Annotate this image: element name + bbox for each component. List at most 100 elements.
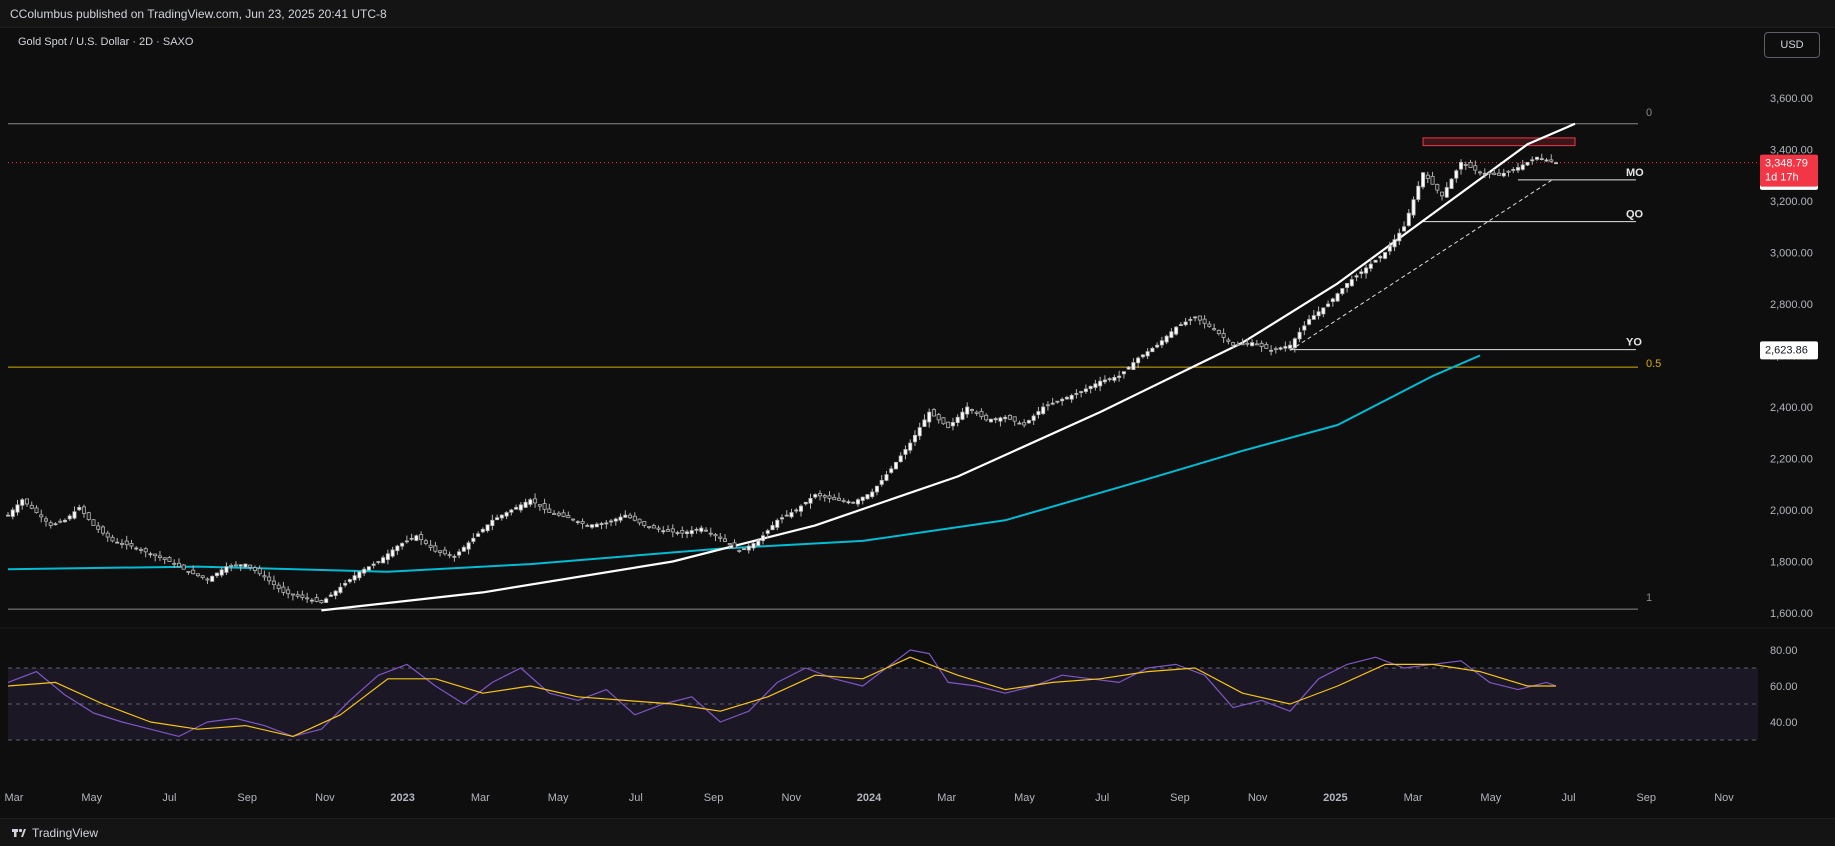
candle-body <box>6 514 11 517</box>
candle-body <box>1402 226 1407 232</box>
candle-body <box>1169 331 1174 338</box>
candle-body <box>1155 344 1160 348</box>
candle-body <box>637 518 642 524</box>
time-axis-label: May <box>1480 792 1501 804</box>
candle-body <box>1497 172 1502 176</box>
candle-body <box>1022 422 1027 426</box>
candle-body <box>898 455 903 463</box>
candle-body <box>143 548 148 553</box>
candle-body <box>271 580 276 586</box>
candle-body <box>580 521 585 524</box>
candle-body <box>974 411 979 414</box>
price-tag: 2,623.86 <box>1760 341 1818 360</box>
candle-body <box>1345 282 1350 288</box>
candle-body <box>452 555 457 558</box>
candle-body <box>1060 398 1065 402</box>
candle-body <box>1525 161 1530 166</box>
candle-body <box>623 514 628 518</box>
candle-body <box>1159 340 1164 346</box>
chart-frame[interactable]: 3,600.00 3,400.00 3,200.00 3,000.00 2,800.00… <box>0 28 1835 818</box>
candle-body <box>889 468 894 473</box>
candle-body <box>1544 159 1549 162</box>
candle-body <box>618 516 623 521</box>
candle-body <box>205 578 210 581</box>
candle-body <box>43 518 48 522</box>
candle-body <box>1373 259 1378 263</box>
candle-body <box>718 536 723 539</box>
candle-body <box>1207 323 1212 327</box>
candle-body <box>1235 343 1240 346</box>
time-axis-label: Mar <box>937 792 956 804</box>
candle-body <box>566 515 571 519</box>
candle-body <box>1045 404 1050 407</box>
candle-body <box>765 530 770 534</box>
fib-level-label: 1 <box>1646 592 1652 604</box>
candle-body <box>1506 170 1511 173</box>
candle-body <box>1349 279 1354 287</box>
candle-body <box>438 550 443 553</box>
candle-body <box>628 514 633 519</box>
candle-body <box>357 571 362 579</box>
price-axis-label: 3,200.00 <box>1770 196 1813 208</box>
candle-body <box>732 542 737 549</box>
candle-body <box>941 417 946 425</box>
candle-body <box>1012 416 1017 422</box>
candle-body <box>1487 172 1492 175</box>
candle-body <box>965 406 970 415</box>
candle-body <box>48 522 53 526</box>
candle-body <box>1535 156 1540 160</box>
candle-body <box>808 498 813 504</box>
candle-body <box>1416 185 1421 200</box>
candle-body <box>832 497 837 501</box>
candle-body <box>10 509 15 517</box>
candle-body <box>742 548 747 551</box>
candle-body <box>257 568 262 575</box>
candle-body <box>319 600 324 604</box>
candle-body <box>836 497 841 501</box>
candle-body <box>590 524 595 528</box>
candle-body <box>846 501 851 504</box>
candle-body <box>1245 342 1250 345</box>
candle-body <box>229 565 234 567</box>
candle-body <box>252 567 257 571</box>
price-chart[interactable]: 3,600.003,400.003,200.003,000.002,800.00… <box>0 28 1835 818</box>
last-price-tag-text: 3,348.79 <box>1765 158 1808 170</box>
time-axis-label: Sep <box>1636 792 1656 804</box>
candle-body <box>1463 164 1468 166</box>
candle-body <box>352 575 357 581</box>
candle-body <box>1064 396 1069 400</box>
time-axis-label: Nov <box>315 792 335 804</box>
candle-body <box>1435 184 1440 191</box>
candle-body <box>523 501 528 508</box>
candle-body <box>1288 344 1293 349</box>
candle-body <box>100 526 105 534</box>
candle-body <box>115 541 120 544</box>
candle-body <box>784 514 789 517</box>
candle-body <box>381 557 386 564</box>
candle-body <box>537 504 542 507</box>
candle-body <box>1083 388 1088 392</box>
candle-body <box>1554 162 1559 165</box>
candle-body <box>998 417 1003 422</box>
candle-body <box>138 549 143 551</box>
candle-body <box>314 597 319 602</box>
candle-body <box>347 579 352 583</box>
candle-body <box>485 524 490 532</box>
candle-body <box>651 525 656 529</box>
candle-body <box>509 509 514 513</box>
candle-body <box>172 562 177 565</box>
price-tag-text: 2,623.86 <box>1765 344 1808 356</box>
rsi-axis-label: 40.00 <box>1770 717 1798 729</box>
currency-button[interactable]: USD <box>1764 32 1820 58</box>
candle-body <box>1387 245 1392 252</box>
candle-body <box>775 519 780 528</box>
candle-body <box>1221 333 1226 338</box>
candle-body <box>713 534 718 537</box>
time-axis-label: Nov <box>1248 792 1268 804</box>
candle-body <box>1231 342 1236 346</box>
candle-body <box>167 557 172 562</box>
candle-body <box>727 543 732 546</box>
candle-body <box>552 513 557 515</box>
candle-body <box>376 561 381 563</box>
time-axis-label: Sep <box>1170 792 1190 804</box>
